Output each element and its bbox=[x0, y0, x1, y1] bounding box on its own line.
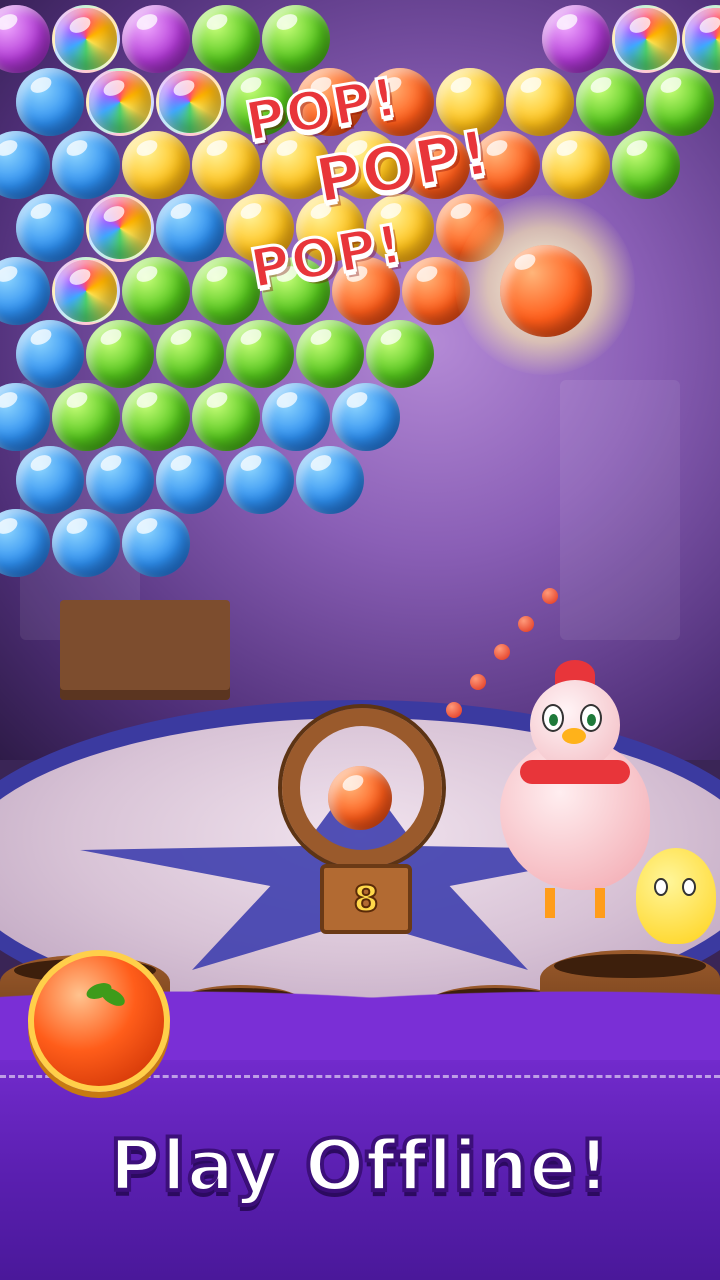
grid-bubble bbox=[122, 383, 190, 451]
grid-bubble bbox=[86, 446, 154, 514]
grid-bubble bbox=[226, 446, 294, 514]
grid-bubble bbox=[16, 194, 84, 262]
grid-bubble bbox=[296, 446, 364, 514]
grid-bubble bbox=[612, 131, 680, 199]
grid-bubble bbox=[542, 5, 610, 73]
loaded-tomato-bubble bbox=[328, 766, 392, 830]
grid-bubble bbox=[16, 446, 84, 514]
grid-bubble bbox=[122, 131, 190, 199]
grid-bubble bbox=[262, 5, 330, 73]
grid-bubble bbox=[332, 383, 400, 451]
grid-bubble bbox=[156, 194, 224, 262]
wall-panel bbox=[560, 380, 680, 640]
grid-bubble bbox=[86, 68, 154, 136]
grid-bubble bbox=[122, 509, 190, 577]
hen-character bbox=[470, 660, 660, 920]
grid-bubble bbox=[86, 194, 154, 262]
grid-bubble bbox=[296, 320, 364, 388]
grid-bubble bbox=[506, 68, 574, 136]
grid-bubble bbox=[366, 320, 434, 388]
grid-bubble bbox=[86, 320, 154, 388]
grid-bubble bbox=[52, 5, 120, 73]
grid-bubble bbox=[52, 383, 120, 451]
wooden-crate bbox=[60, 600, 230, 700]
grid-bubble bbox=[646, 68, 714, 136]
aim-guide-dot bbox=[542, 588, 558, 604]
next-bubble-tomato[interactable] bbox=[28, 950, 170, 1092]
flying-tomato-bubble bbox=[500, 245, 592, 337]
grid-bubble bbox=[52, 257, 120, 325]
grid-bubble bbox=[612, 5, 680, 73]
grid-bubble bbox=[122, 5, 190, 73]
chick-character bbox=[636, 848, 716, 944]
grid-bubble bbox=[122, 257, 190, 325]
grid-bubble bbox=[52, 131, 120, 199]
aim-guide-dot bbox=[518, 616, 534, 632]
grid-bubble bbox=[262, 383, 330, 451]
grid-bubble bbox=[156, 68, 224, 136]
grid-bubble bbox=[16, 68, 84, 136]
grid-bubble bbox=[192, 383, 260, 451]
grid-bubble bbox=[156, 446, 224, 514]
grid-bubble bbox=[192, 5, 260, 73]
shots-remaining-value: 8 bbox=[352, 878, 379, 921]
play-offline-headline: Play Offline! bbox=[107, 1123, 611, 1209]
grid-bubble bbox=[16, 320, 84, 388]
grid-bubble bbox=[576, 68, 644, 136]
bubble-shooter[interactable]: 8 bbox=[282, 708, 442, 934]
aim-guide-dot bbox=[494, 644, 510, 660]
grid-bubble bbox=[52, 509, 120, 577]
grid-bubble bbox=[226, 320, 294, 388]
aim-guide-dot bbox=[446, 702, 462, 718]
grid-bubble bbox=[542, 131, 610, 199]
grid-bubble bbox=[156, 320, 224, 388]
game-scene[interactable]: POP! POP! POP! 8 Play Offline! bbox=[0, 0, 720, 1280]
shots-remaining-counter: 8 bbox=[320, 864, 412, 934]
